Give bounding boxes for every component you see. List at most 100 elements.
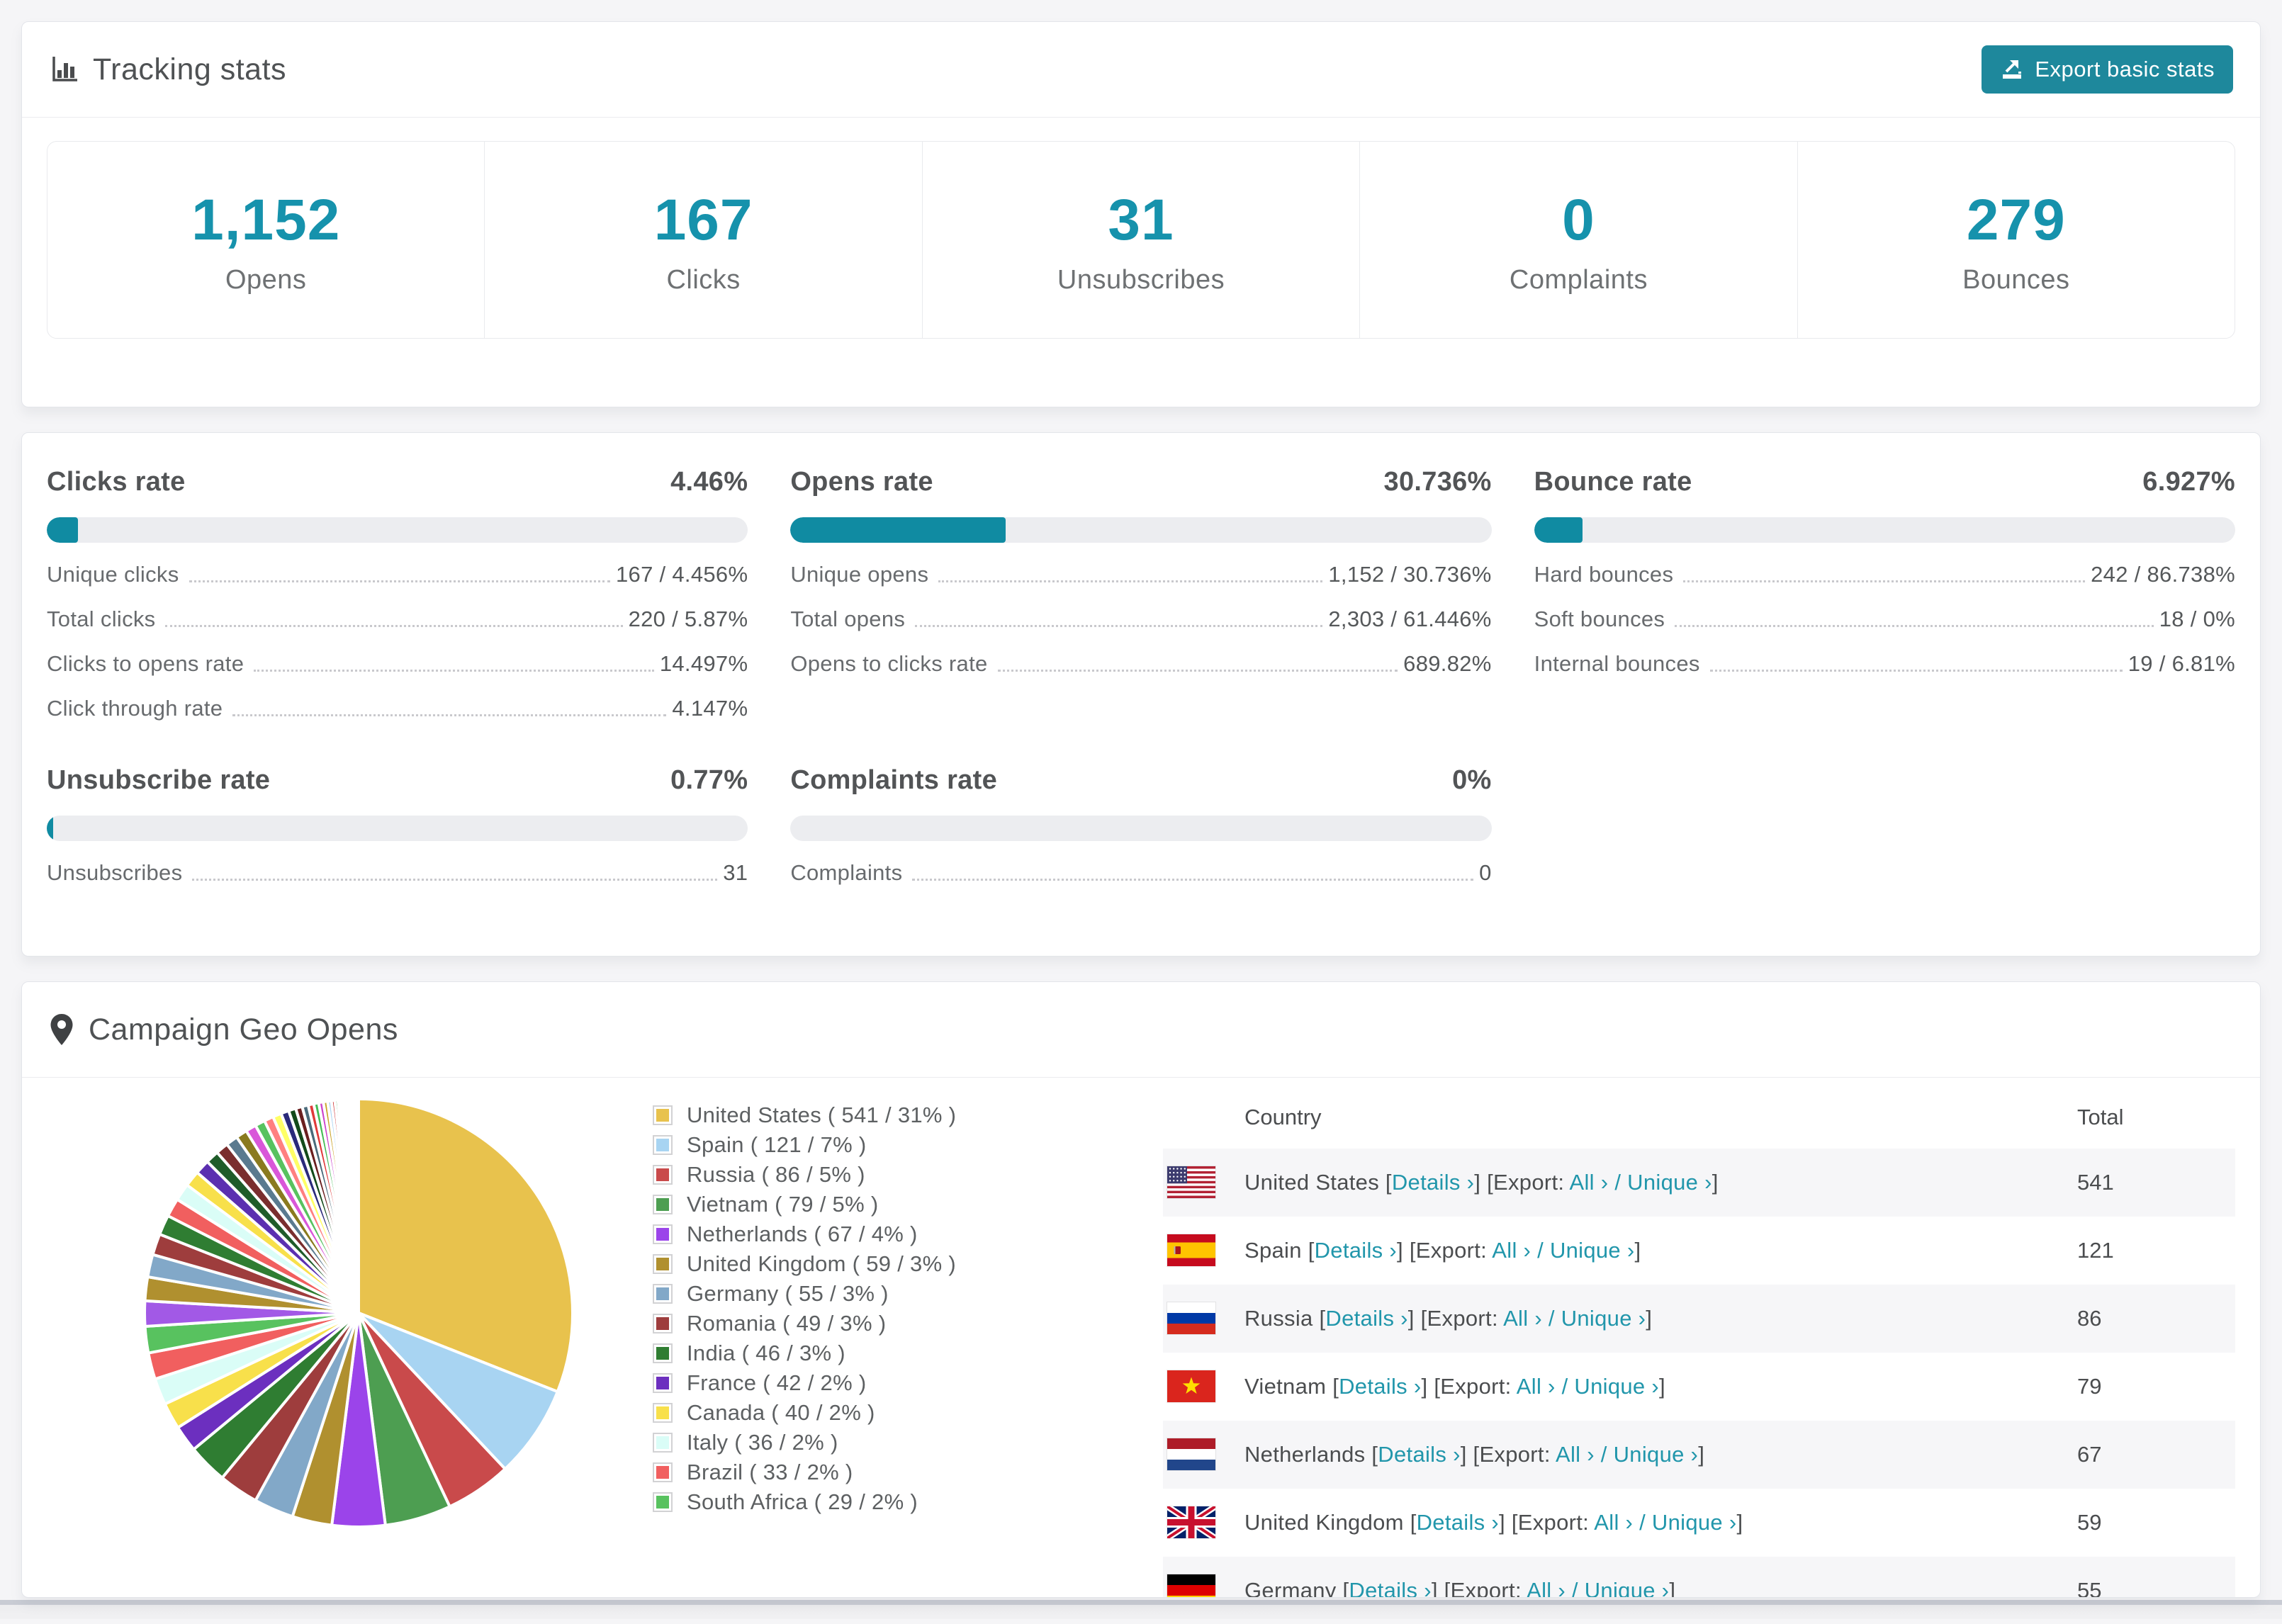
summary-value: 0	[1562, 188, 1595, 252]
rate-value: 6.927%	[2142, 467, 2235, 497]
total-cell: 55	[2077, 1578, 2102, 1598]
legend-item: Netherlands ( 67 / 4% )	[653, 1219, 956, 1249]
export-all-link[interactable]: All ›	[1527, 1578, 1566, 1597]
total-cell: 121	[2077, 1238, 2114, 1263]
table-row-united-states: United States [Details ›] [Export: All ›…	[1163, 1149, 2235, 1217]
legend-color	[656, 1258, 669, 1270]
legend-label: Vietnam ( 79 / 5% )	[687, 1192, 879, 1217]
country-name: Russia	[1244, 1306, 1320, 1331]
legend-color	[656, 1287, 669, 1300]
tracking-stats-header: Tracking stats Export basic stats	[22, 22, 2260, 117]
rate-progress-fill	[1534, 517, 1583, 543]
legend-color	[656, 1466, 669, 1479]
legend-item: Spain ( 121 / 7% )	[653, 1130, 956, 1160]
bracket: ] [	[1421, 1374, 1441, 1399]
rate-detail-row: Unique opens 1,152 / 30.736%	[790, 562, 1491, 587]
details-link[interactable]: Details ›	[1349, 1578, 1431, 1597]
rate-detail-row: Unique clicks 167 / 4.456%	[47, 562, 748, 587]
rates-card: Clicks rate 4.46% Unique clicks 167 / 4.456…	[21, 432, 2261, 957]
export-unique-link[interactable]: Unique ›	[1561, 1306, 1646, 1331]
country-name: Germany	[1244, 1578, 1343, 1598]
details-link[interactable]: Details ›	[1392, 1170, 1474, 1195]
export-all-link[interactable]: All ›	[1517, 1374, 1556, 1399]
export-unique-link[interactable]: Unique ›	[1614, 1442, 1699, 1467]
export-all-link[interactable]: All ›	[1570, 1170, 1609, 1195]
details-link[interactable]: Details ›	[1417, 1510, 1499, 1535]
export-all-link[interactable]: All ›	[1503, 1306, 1542, 1331]
legend-color	[656, 1109, 669, 1122]
country-cell: Vietnam [Details ›] [Export: All › / Uni…	[1244, 1374, 1665, 1399]
rate-block-unsubscribe-rate: Unsubscribe rate 0.77% Unsubscribes 31	[47, 765, 748, 886]
export-all-link[interactable]: All ›	[1594, 1510, 1633, 1535]
export-all-link[interactable]: All ›	[1492, 1238, 1531, 1263]
rate-progress-bar	[790, 517, 1492, 543]
summary-cell-bounces: 279 Bounces	[1797, 142, 2235, 338]
slash: /	[1541, 1306, 1561, 1331]
legend-item: United Kingdom ( 59 / 3% )	[653, 1249, 956, 1279]
details-link[interactable]: Details ›	[1325, 1306, 1407, 1331]
table-row-russia: Russia [Details ›] [Export: All › / Uniq…	[1163, 1285, 2235, 1353]
legend-label: United States ( 541 / 31% )	[687, 1103, 957, 1127]
export-basic-stats-button[interactable]: Export basic stats	[1982, 45, 2233, 94]
detail-label: Hard bounces	[1534, 562, 1674, 587]
slash: /	[1555, 1374, 1575, 1399]
legend-label: Spain ( 121 / 7% )	[687, 1132, 867, 1157]
export-unique-link[interactable]: Unique ›	[1574, 1374, 1659, 1399]
summary-value: 31	[1108, 188, 1174, 252]
export-all-link[interactable]: All ›	[1556, 1442, 1595, 1467]
bracket: ] [	[1397, 1238, 1416, 1263]
country-name: Netherlands	[1244, 1442, 1372, 1467]
detail-value: 4.147%	[672, 696, 748, 721]
bracket: ] [	[1460, 1442, 1480, 1467]
summary-label: Opens	[225, 265, 307, 295]
export-unique-link[interactable]: Unique ›	[1627, 1170, 1712, 1195]
details-link[interactable]: Details ›	[1378, 1442, 1460, 1467]
detail-label: Internal bounces	[1534, 651, 1700, 676]
flag-vn-icon	[1167, 1370, 1215, 1402]
legend-color	[656, 1496, 669, 1509]
table-row-germany: Germany [Details ›] [Export: All › / Uni…	[1163, 1557, 2235, 1598]
flag-ru-icon	[1167, 1302, 1215, 1334]
rate-detail-row: Unsubscribes 31	[47, 860, 748, 886]
rate-value: 4.46%	[670, 467, 748, 497]
export-unique-link[interactable]: Unique ›	[1550, 1238, 1635, 1263]
bracket: [	[1332, 1374, 1339, 1399]
rate-progress-bar	[47, 517, 748, 543]
details-link[interactable]: Details ›	[1315, 1238, 1397, 1263]
export-unique-link[interactable]: Unique ›	[1585, 1578, 1670, 1597]
flag-es-icon	[1167, 1234, 1215, 1266]
legend-color	[656, 1347, 669, 1360]
detail-value: 689.82%	[1403, 651, 1492, 676]
detail-label: Total clicks	[47, 607, 156, 631]
legend-label: Canada ( 40 / 2% )	[687, 1400, 875, 1425]
legend-item: Romania ( 49 / 3% )	[653, 1309, 956, 1338]
dotted-leader	[997, 670, 1398, 672]
detail-value: 2,303 / 61.446%	[1328, 607, 1492, 631]
geo-header: Campaign Geo Opens	[22, 982, 2260, 1077]
legend-color-chip	[653, 1492, 673, 1512]
geo-opens-card: Campaign Geo Opens United States ( 541 /…	[21, 981, 2261, 1598]
summary-value: 1,152	[191, 188, 341, 252]
slash: /	[1633, 1510, 1652, 1535]
rate-header: Clicks rate 4.46%	[47, 467, 748, 497]
bracket: [	[1308, 1238, 1315, 1263]
detail-value: 1,152 / 30.736%	[1328, 562, 1492, 587]
rate-block-opens-rate: Opens rate 30.736% Unique opens 1,152 / 30.…	[790, 467, 1492, 721]
geo-table-rows: United States [Details ›] [Export: All ›…	[1163, 1149, 2235, 1598]
details-link[interactable]: Details ›	[1339, 1374, 1421, 1399]
bracket: ]	[1736, 1510, 1743, 1535]
dotted-leader	[232, 714, 667, 716]
rate-value: 0.77%	[670, 765, 748, 795]
legend-item: Brazil ( 33 / 2% )	[653, 1457, 956, 1487]
flag-nl-icon	[1167, 1438, 1215, 1470]
rate-title: Bounce rate	[1534, 467, 1692, 497]
dotted-leader	[912, 879, 1474, 881]
legend-color	[656, 1168, 669, 1181]
country-cell: Spain [Details ›] [Export: All › / Uniqu…	[1244, 1238, 1641, 1263]
legend-label: Romania ( 49 / 3% )	[687, 1311, 887, 1336]
rate-title: Clicks rate	[47, 467, 186, 497]
detail-value: 220 / 5.87%	[628, 607, 748, 631]
export-unique-link[interactable]: Unique ›	[1652, 1510, 1737, 1535]
rate-block-bounce-rate: Bounce rate 6.927% Hard bounces 242 / 86.73…	[1534, 467, 2235, 721]
table-row-united-kingdom: United Kingdom [Details ›] [Export: All …	[1163, 1489, 2235, 1557]
